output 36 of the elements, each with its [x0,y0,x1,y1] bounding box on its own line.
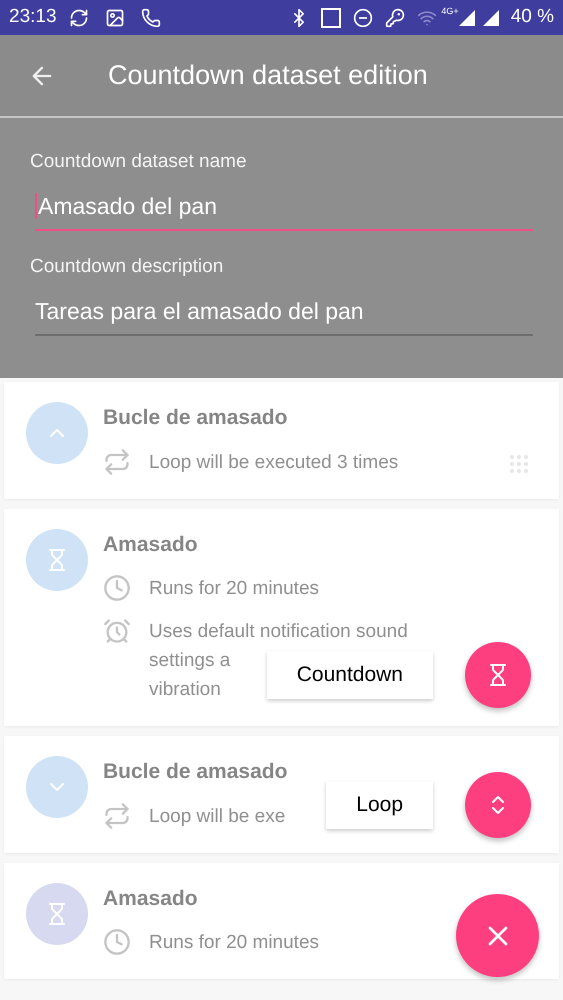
signal-icon [482,10,499,26]
network-type: 4G+ [441,5,459,18]
image-icon [104,8,125,28]
step-detail: Runs for 20 minutes [149,577,320,601]
step-card[interactable]: Bucle de amasado Loop will be executed 3 times [4,382,559,498]
repeat-icon [103,802,131,830]
step-card[interactable]: Amasado Runs for 20 minutes [4,862,559,979]
clock-icon [103,574,131,602]
text-field[interactable]: Amasado del pan [35,188,533,231]
field-label: Countdown description [30,255,224,279]
field-label: Countdown dataset name [30,150,248,174]
step-title: Bucle de amasado [103,405,288,431]
step-detail: settings a [149,649,230,673]
clock-time: 23:13 [9,5,57,30]
step-detail: Runs for 20 minutes [149,931,320,955]
step-title: Amasado [103,532,199,558]
key-icon [385,8,406,28]
sync-icon [68,8,89,28]
screen-title: Countdown dataset edition [108,59,428,92]
step-detail: Loop will be executed 3 times [149,450,398,474]
signal-icon [458,10,475,26]
step-detail: Uses default notification sound [149,620,408,644]
action-label: Loop [326,781,433,829]
alarm-icon [103,617,131,645]
step-title: Amasado [103,886,199,912]
action-label: Countdown [266,651,433,699]
battery-level: 40 % [510,5,554,30]
text-field[interactable]: Tareas para el amasado del pan [35,294,533,336]
step-detail: Loop will be exe [149,804,286,828]
do-not-disturb-icon [353,8,374,28]
clock-icon [103,928,131,956]
phone-icon [140,8,161,28]
repeat-icon [103,448,131,476]
step-title: Bucle de amasado [103,759,288,785]
step-detail: vibration [149,678,221,702]
drag-handle-icon[interactable] [507,452,531,476]
